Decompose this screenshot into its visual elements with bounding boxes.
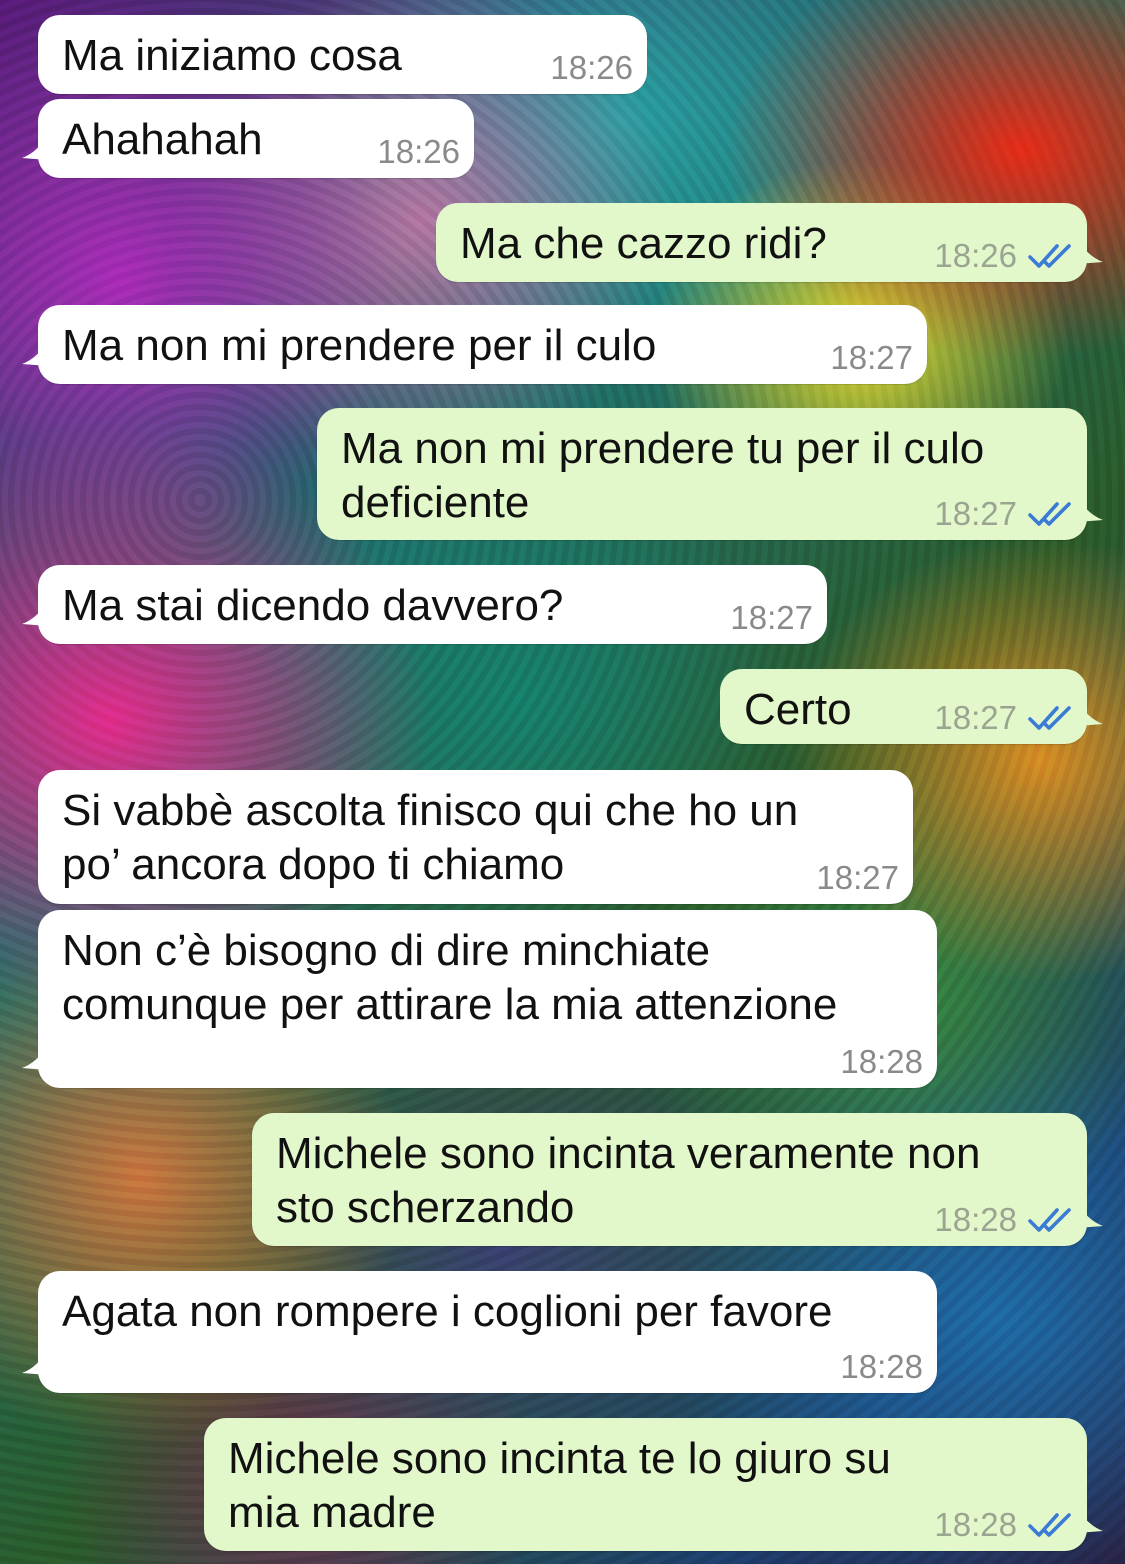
message-bubble-incoming[interactable]: Ma stai dicendo davvero? 18:27 bbox=[22, 565, 827, 644]
message-time: 18:28 bbox=[840, 1043, 923, 1080]
message-bubble-incoming[interactable]: Si vabbè ascolta finisco qui che ho un p… bbox=[38, 770, 913, 904]
message-bubble-outgoing[interactable]: Certo 18:27 bbox=[720, 669, 1103, 744]
message-meta: 18:28 bbox=[840, 1347, 923, 1387]
bubble-tail bbox=[1077, 700, 1103, 726]
message-text: Ma iniziamo cosa bbox=[62, 31, 402, 80]
read-receipt-icon bbox=[1027, 241, 1073, 271]
message-bubble-incoming[interactable]: Agata non rompere i coglioni per favore … bbox=[22, 1271, 937, 1393]
message-bubble-outgoing[interactable]: Michele sono incinta veramente non sto s… bbox=[252, 1113, 1103, 1246]
message-time: 18:26 bbox=[377, 133, 460, 170]
message-text: Si vabbè ascolta finisco qui che ho un p… bbox=[62, 786, 799, 889]
message-time: 18:28 bbox=[934, 1506, 1017, 1543]
message-meta: 18:28 bbox=[840, 1042, 923, 1082]
message-bubble-outgoing[interactable]: Ma non mi prendere tu per il culo defici… bbox=[317, 408, 1103, 540]
read-receipt-icon bbox=[1027, 1510, 1073, 1540]
message-meta: 18:26 bbox=[934, 236, 1073, 276]
bubble-tail bbox=[1077, 238, 1103, 264]
message-meta: 18:27 bbox=[830, 338, 913, 378]
bubble-tail bbox=[22, 340, 48, 366]
message-bubble-outgoing[interactable]: Ma che cazzo ridi? 18:26 bbox=[436, 203, 1103, 282]
message-text: Ma non mi prendere per il culo bbox=[62, 321, 657, 370]
message-bubble-incoming[interactable]: Ma non mi prendere per il culo 18:27 bbox=[22, 305, 927, 384]
message-meta: 18:27 bbox=[730, 598, 813, 638]
bubble-tail bbox=[22, 134, 48, 160]
chat-message-list[interactable]: Ma iniziamo cosa 18:26 Ahahahah 18:26 Ma… bbox=[0, 0, 1125, 1564]
message-bubble-incoming[interactable]: Ahahahah 18:26 bbox=[22, 99, 474, 178]
message-meta: 18:27 bbox=[934, 698, 1073, 738]
message-time: 18:27 bbox=[816, 859, 899, 896]
message-time: 18:27 bbox=[730, 599, 813, 636]
bubble-tail bbox=[22, 1349, 48, 1375]
message-bubble-incoming[interactable]: Ma iniziamo cosa 18:26 bbox=[38, 15, 647, 94]
message-time: 18:27 bbox=[830, 339, 913, 376]
read-receipt-icon bbox=[1027, 1205, 1073, 1235]
message-text: Non c’è bisogno di dire minchiate comunq… bbox=[62, 926, 838, 1029]
bubble-tail bbox=[22, 600, 48, 626]
message-meta: 18:28 bbox=[934, 1200, 1073, 1240]
bubble-tail bbox=[1077, 496, 1103, 522]
message-time: 18:27 bbox=[934, 699, 1017, 736]
message-text: Agata non rompere i coglioni per favore bbox=[62, 1287, 833, 1336]
bubble-tail bbox=[1077, 1202, 1103, 1228]
bubble-tail bbox=[22, 1044, 48, 1070]
message-time: 18:27 bbox=[934, 495, 1017, 532]
message-meta: 18:26 bbox=[377, 132, 460, 172]
read-receipt-icon bbox=[1027, 499, 1073, 529]
message-time: 18:28 bbox=[840, 1348, 923, 1385]
message-time: 18:28 bbox=[934, 1201, 1017, 1238]
message-bubble-incoming[interactable]: Non c’è bisogno di dire minchiate comunq… bbox=[22, 910, 937, 1088]
message-meta: 18:27 bbox=[816, 858, 899, 898]
bubble-tail bbox=[1077, 1507, 1103, 1533]
message-meta: 18:27 bbox=[934, 494, 1073, 534]
message-time: 18:26 bbox=[550, 49, 633, 86]
message-bubble-outgoing[interactable]: Michele sono incinta te lo giuro su mia … bbox=[204, 1418, 1103, 1551]
message-text: Ma stai dicendo davvero? bbox=[62, 581, 564, 630]
message-meta: 18:26 bbox=[550, 48, 633, 88]
read-receipt-icon bbox=[1027, 703, 1073, 733]
message-meta: 18:28 bbox=[934, 1505, 1073, 1545]
message-time: 18:26 bbox=[934, 237, 1017, 274]
